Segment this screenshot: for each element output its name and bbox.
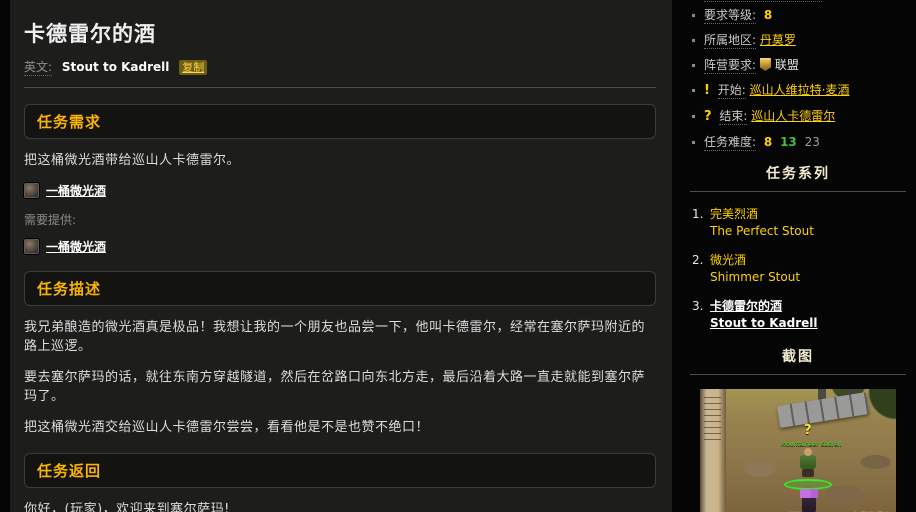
series-link-zh[interactable]: 完美烈酒 [710,206,814,223]
item-icon[interactable] [24,183,39,198]
item-link[interactable]: 一桶微光酒 [46,238,106,255]
series-link-en[interactable]: The Perfect Stout [710,223,814,240]
series-link-zh[interactable]: 卡德雷尔的酒 [710,298,818,315]
series-link-en[interactable]: Shimmer Stout [710,269,800,286]
fact-item-truncated [704,0,822,2]
required-level-value: 8 [764,8,772,22]
series-link-zh[interactable]: 微光酒 [710,252,800,269]
series-item-current: 3. 卡德雷尔的酒 Stout to Kadrell [692,298,906,332]
provided-item-row: 一桶微光酒 [24,238,656,255]
quest-series-list: 1. 完美烈酒 The Perfect Stout 2. 微光酒 Shimmer… [690,206,906,332]
npc-figure [800,455,816,469]
section-header-description: 任务描述 [24,271,656,306]
screenshots-heading: 截图 [690,346,906,366]
npc-nameplate: Mountaineer Kadrell [756,441,866,448]
section-header-objectives: 任务需求 [24,104,656,139]
quest-end-question-icon: ? [704,109,712,124]
series-heading: 任务系列 [690,163,906,183]
fact-quest-end: ? 结束: 巡山人卡德雷尔 [690,109,906,124]
quest-start-npc-link[interactable]: 巡山人维拉特·麦酒 [750,83,850,97]
difficulty-level: 23 [805,135,820,149]
quest-start-exclamation-icon: ! [704,83,710,98]
series-link-en[interactable]: Stout to Kadrell [710,315,818,332]
quest-log-parchment: Goodbye [700,389,726,512]
alliance-faction-icon [760,58,771,71]
quest-end-npc-link[interactable]: 巡山人卡德雷尔 [751,109,835,123]
item-link[interactable]: 一桶微光酒 [46,182,106,199]
description-paragraph: 要去塞尔萨玛的话，就往东南方穿越隧道，然后在岔路口向东北方走，最后沿着大路一直走… [24,368,656,406]
description-paragraph: 把这桶微光酒交给巡山人卡德雷尔尝尝，看看他是不是也赞不绝口！ [24,418,656,437]
progress-text: 你好，(玩家)，欢迎来到塞尔萨玛! [24,500,656,512]
fact-required-level: 要求等级: 8 [690,8,906,22]
faction-value: 联盟 [775,58,799,72]
copy-button[interactable]: 复制 [179,60,207,75]
english-name-row: 英文: Stout to Kadrell 复制 [24,58,656,75]
section-header-progress: 任务返回 [24,453,656,488]
series-item: 1. 完美烈酒 The Perfect Stout [692,206,906,240]
fact-faction: 阵营要求: 联盟 [690,58,906,72]
english-name: Stout to Kadrell [62,60,170,74]
provided-label: 需要提供: [24,211,76,228]
player-character [802,495,816,512]
difficulty-level: 13 [780,135,797,149]
quest-complete-marker: ? [804,423,812,438]
quest-screenshot-thumbnail[interactable]: ? Mountaineer Kadrell Goodbye 六零数据库 60WD… [700,389,896,512]
english-label: 英文: [24,60,52,76]
objective-text: 把这桶微光酒带给巡山人卡德雷尔。 [24,151,656,170]
fact-difficulty: 任务难度: 8 13 23 [690,135,906,149]
quest-facts-list: 要求等级: 8 所属地区: 丹莫罗 阵营要求: 联盟 ! 开始: 巡山人维拉特·… [690,8,906,149]
divider [690,374,906,375]
quest-article: 卡德雷尔的酒 英文: Stout to Kadrell 复制 任务需求 把这桶微… [10,0,672,512]
description-paragraph: 我兄弟酿造的微光酒真是极品！我想让我的一个朋友也品尝一下，他叫卡德雷尔，经常在塞… [24,318,656,356]
page-title: 卡德雷尔的酒 [24,18,656,48]
divider [690,191,906,192]
difficulty-level: 8 [764,135,772,149]
quest-infobox-sidebar: 要求等级: 8 所属地区: 丹莫罗 阵营要求: 联盟 ! 开始: 巡山人维拉特·… [690,0,906,512]
fact-quest-start: ! 开始: 巡山人维拉特·麦酒 [690,83,906,98]
series-item: 2. 微光酒 Shimmer Stout [692,252,906,286]
objective-item-row: 一桶微光酒 [24,182,656,199]
divider [24,87,656,88]
fact-zone: 所属地区: 丹莫罗 [690,33,906,47]
item-icon[interactable] [24,239,39,254]
parchment-text [704,397,721,445]
zone-link[interactable]: 丹莫罗 [760,33,796,47]
